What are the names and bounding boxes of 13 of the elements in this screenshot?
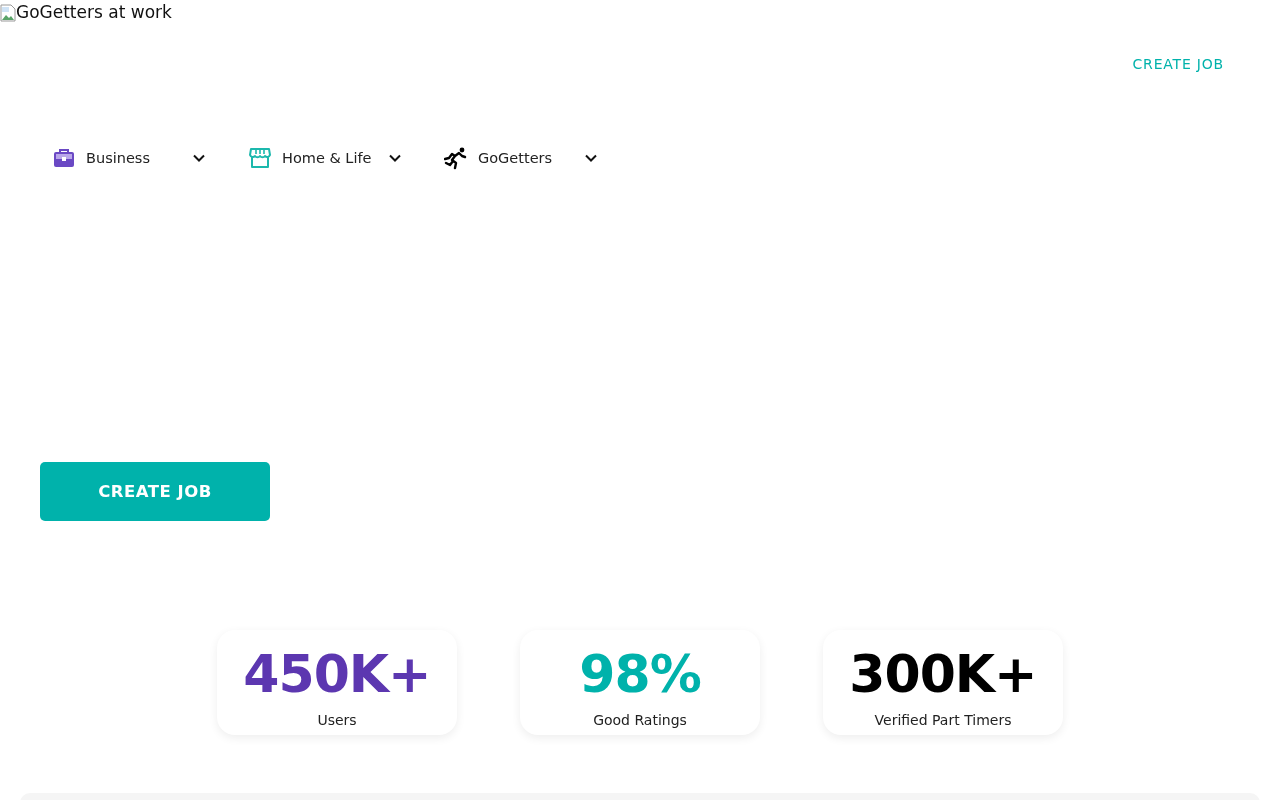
stat-label: Good Ratings — [593, 712, 687, 728]
stat-label: Verified Part Timers — [874, 712, 1012, 728]
image-alt-text: GoGetters at work — [16, 2, 172, 22]
stat-label: Users — [317, 712, 357, 728]
nav-menu-item[interactable]: Home & Life — [282, 150, 372, 166]
nav-menu-item[interactable]: GoGetters — [478, 150, 553, 166]
runner-icon — [444, 146, 468, 170]
briefcase-icon — [52, 146, 76, 170]
stat-value: 300K+ — [849, 643, 1037, 706]
stat-value: 450K+ — [243, 643, 431, 706]
stat-value: 98% — [579, 643, 701, 706]
nav-menu-item[interactable]: Business — [86, 150, 150, 166]
store-icon — [248, 146, 272, 170]
